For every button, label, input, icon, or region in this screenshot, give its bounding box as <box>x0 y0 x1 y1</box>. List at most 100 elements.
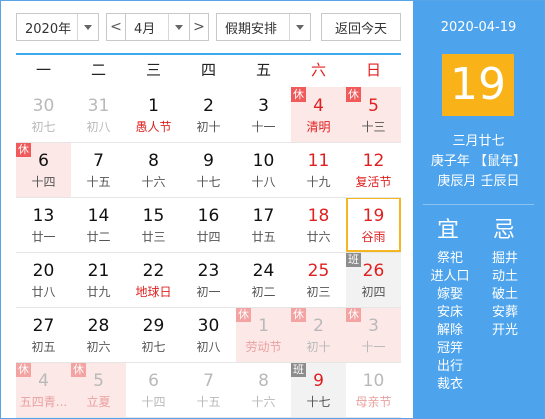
lunar-or-festival-label: 母亲节 <box>355 395 392 409</box>
day-number: 27 <box>32 316 55 336</box>
day-cell[interactable]: 12 复活节 <box>346 142 401 197</box>
day-cell[interactable]: 7 十五 <box>181 362 236 417</box>
day-number: 23 <box>197 261 220 281</box>
year-select-value: 2020年 <box>25 21 72 37</box>
lunar-or-festival-label: 地球日 <box>135 285 172 299</box>
day-cell[interactable]: 29 初七 <box>126 307 181 362</box>
day-cell[interactable]: 16 廿四 <box>181 197 236 252</box>
day-cell[interactable]: 13 廿一 <box>16 197 71 252</box>
day-cell[interactable]: 30 初八 <box>181 307 236 362</box>
day-cell[interactable]: 6 十四 <box>126 362 181 417</box>
panel-divider <box>423 204 534 205</box>
lunar-or-festival-label: 十八 <box>251 175 276 189</box>
day-number: 30 <box>32 96 55 116</box>
lunar-or-festival-label: 十一 <box>251 120 276 134</box>
day-number: 28 <box>87 316 110 336</box>
day-cell[interactable]: 15 廿三 <box>126 197 181 252</box>
day-cell[interactable]: 31 初八 <box>71 87 126 142</box>
next-month-button[interactable]: > <box>189 13 209 41</box>
day-cell[interactable]: 1 愚人节 <box>126 87 181 142</box>
day-cell[interactable]: 18 廿六 <box>291 197 346 252</box>
lunar-or-festival-label: 初八 <box>196 340 221 354</box>
day-number: 30 <box>197 316 220 336</box>
day-cell[interactable]: 7 十五 <box>71 142 126 197</box>
yi-item: 祭祀 <box>436 251 463 266</box>
ji-item: 破土 <box>491 287 518 302</box>
day-cell[interactable]: 20 廿八 <box>16 252 71 307</box>
ji-item: 掘井 <box>491 251 518 266</box>
day-number: 16 <box>197 206 220 226</box>
day-cell[interactable]: 23 初一 <box>181 252 236 307</box>
day-cell[interactable]: 休 4 清明 <box>291 87 346 142</box>
day-number: 7 <box>203 371 214 391</box>
day-cell[interactable]: 17 廿五 <box>236 197 291 252</box>
lunar-or-festival-label: 廿三 <box>141 230 166 244</box>
day-cell[interactable]: 27 初五 <box>16 307 71 362</box>
day-cell[interactable]: 休 5 立夏 <box>71 362 126 417</box>
ganzhi-year: 庚子年 【鼠年】 <box>430 154 527 169</box>
back-to-today-button[interactable]: 返回今天 <box>321 13 401 41</box>
lunar-or-festival-label: 初八 <box>86 120 111 134</box>
day-cell[interactable]: 8 十六 <box>126 142 181 197</box>
yi-list: 祭祀 进人口 嫁娶 安床 解除 冠笄 出行 裁衣 <box>425 250 475 394</box>
day-cell[interactable]: 休 3 十一 <box>346 307 401 362</box>
yi-item: 安床 <box>436 305 463 320</box>
day-cell[interactable]: 9 十七 <box>181 142 236 197</box>
weekday-label: 四 <box>200 61 216 79</box>
day-cell[interactable]: 30 初七 <box>16 87 71 142</box>
lunar-or-festival-label: 十六 <box>251 395 276 409</box>
day-cell[interactable]: 2 初十 <box>181 87 236 142</box>
day-cell[interactable]: 班 9 十七 <box>291 362 346 417</box>
yi-item: 解除 <box>436 323 463 338</box>
day-cell-today[interactable]: 19 谷雨 <box>346 197 401 252</box>
day-number: 31 <box>87 96 110 116</box>
lunar-or-festival-label: 十六 <box>141 175 166 189</box>
ji-list: 掘井 动土 破土 安葬 开光 <box>485 250 525 340</box>
ganzhi-month-day: 庚辰月 壬辰日 <box>437 174 520 189</box>
day-cell[interactable]: 22 地球日 <box>126 252 181 307</box>
day-number: 6 <box>38 151 49 171</box>
day-cell[interactable]: 14 廿二 <box>71 197 126 252</box>
day-number: 21 <box>87 261 110 281</box>
weekday-label: 一 <box>35 61 51 79</box>
day-cell[interactable]: 10 母亲节 <box>346 362 401 417</box>
day-cell[interactable]: 21 廿九 <box>71 252 126 307</box>
year-select[interactable]: 2020年 <box>16 13 99 41</box>
day-number: 1 <box>258 316 269 336</box>
day-cell[interactable]: 休 5 十三 <box>346 87 401 142</box>
lunar-or-festival-label: 廿二 <box>86 230 111 244</box>
day-number: 12 <box>362 151 385 171</box>
lunar-or-festival-label: 初十 <box>306 340 331 354</box>
chevron-down-icon <box>289 14 310 40</box>
ji-title: 忌 <box>493 218 516 243</box>
day-cell[interactable]: 班 26 初四 <box>346 252 401 307</box>
weekday-label: 三 <box>145 61 161 79</box>
day-number: 5 <box>368 96 379 116</box>
day-cell[interactable]: 24 初二 <box>236 252 291 307</box>
day-number: 5 <box>93 371 104 391</box>
row-divider <box>16 252 401 253</box>
yi-item: 裁衣 <box>436 377 463 392</box>
day-cell[interactable]: 10 十八 <box>236 142 291 197</box>
day-number: 8 <box>258 371 269 391</box>
day-cell[interactable]: 8 十六 <box>236 362 291 417</box>
row-divider <box>16 417 401 418</box>
day-cell[interactable]: 休 6 十四 <box>16 142 71 197</box>
month-select[interactable]: 4月 <box>125 13 190 41</box>
day-cell[interactable]: 11 十九 <box>291 142 346 197</box>
day-cell[interactable]: 25 初三 <box>291 252 346 307</box>
lunar-or-festival-label: 初二 <box>251 285 276 299</box>
lunar-or-festival-label: 廿一 <box>31 230 56 244</box>
day-number: 24 <box>252 261 275 281</box>
lunar-or-festival-label: 廿九 <box>86 285 111 299</box>
lunar-or-festival-label: 廿五 <box>251 230 276 244</box>
day-cell[interactable]: 28 初六 <box>71 307 126 362</box>
day-cell[interactable]: 休 4 五四青... <box>16 362 71 417</box>
calendar-widget: 2020年 < 4月 > 假期安排 返回今天 一二三四五六日 30 初七 31 初八 1… <box>0 0 545 419</box>
prev-month-button[interactable]: < <box>106 13 126 41</box>
day-cell[interactable]: 休 2 初十 <box>291 307 346 362</box>
holiday-select[interactable]: 假期安排 <box>216 13 311 41</box>
day-cell[interactable]: 休 1 劳动节 <box>236 307 291 362</box>
day-cell[interactable]: 3 十一 <box>236 87 291 142</box>
lunar-or-festival-label: 初七 <box>31 120 56 134</box>
